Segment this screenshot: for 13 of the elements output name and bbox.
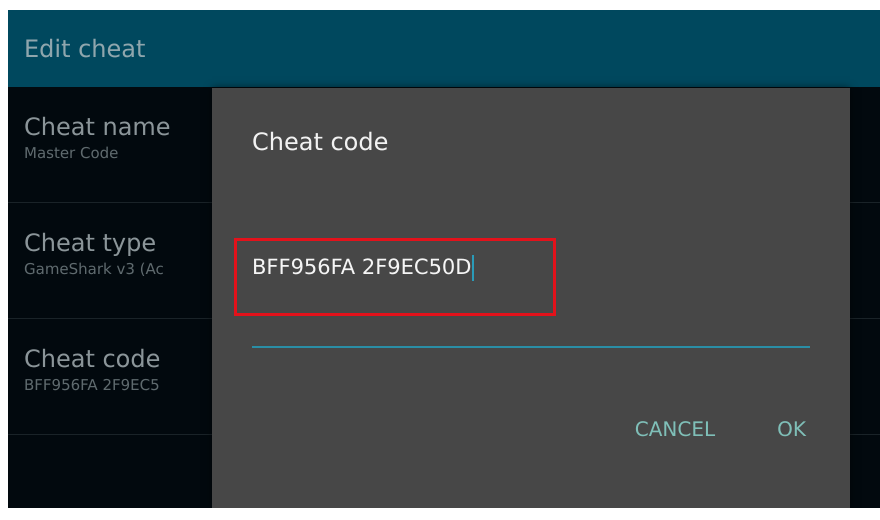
setting-title: Cheat code: [24, 345, 160, 374]
setting-title: Cheat type: [24, 229, 156, 258]
text-cursor: [472, 254, 474, 281]
input-field[interactable]: BFF956FA 2F9EC50D: [252, 252, 810, 348]
setting-summary: Master Code: [24, 142, 118, 164]
dialog-title: Cheat code: [252, 127, 390, 158]
screen-title: Edit cheat: [24, 34, 146, 64]
setting-title: Cheat name: [24, 113, 171, 142]
input-value: BFF956FA 2F9EC50D: [252, 254, 472, 281]
setting-summary: GameShark v3 (Ac: [24, 258, 164, 280]
ok-button[interactable]: OK: [765, 406, 818, 452]
setting-summary: BFF956FA 2F9EC5: [24, 374, 160, 396]
cancel-button[interactable]: CANCEL: [622, 406, 728, 452]
